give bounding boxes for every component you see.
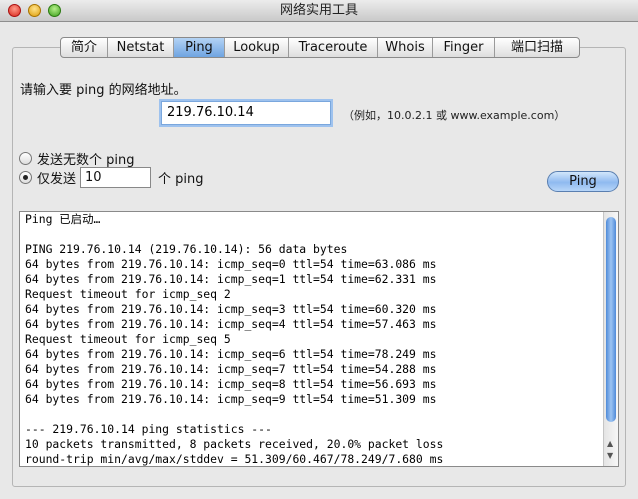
radio-limited-prefix: 仅发送 (37, 172, 77, 187)
output-line: 64 bytes from 219.76.10.14: icmp_seq=3 t… (25, 302, 437, 316)
output-line: --- 219.76.10.14 ping statistics --- (25, 422, 272, 436)
tab-finger[interactable]: Finger (433, 38, 495, 57)
output-line: Ping 已启动… (25, 212, 101, 226)
output-text: Ping 已启动… PING 219.76.10.14 (219.76.10.1… (25, 212, 603, 466)
radio-limited-suffix: 个 ping (158, 172, 204, 187)
output-line: 64 bytes from 219.76.10.14: icmp_seq=8 t… (25, 377, 437, 391)
scroll-down-arrow-icon[interactable]: ▼ (607, 452, 613, 460)
output-line: PING 219.76.10.14 (219.76.10.14): 56 dat… (25, 242, 348, 256)
output-line: 64 bytes from 219.76.10.14: icmp_seq=6 t… (25, 347, 437, 361)
output-line: 64 bytes from 219.76.10.14: icmp_seq=4 t… (25, 317, 437, 331)
output-line: 64 bytes from 219.76.10.14: icmp_seq=1 t… (25, 272, 437, 286)
window-title: 网络实用工具 (279, 3, 358, 18)
tab-whois[interactable]: Whois (378, 38, 433, 57)
radio-unlimited-row[interactable]: 发送无数个 ping (19, 149, 135, 168)
address-prompt: 请输入要 ping 的网络地址。 (20, 83, 187, 98)
radio-unlimited[interactable] (19, 152, 32, 165)
output-line: 64 bytes from 219.76.10.14: icmp_seq=0 t… (25, 257, 437, 271)
output-line: round-trip min/avg/max/stddev = 51.309/6… (25, 452, 444, 466)
output-line: Request timeout for icmp_seq 2 (25, 287, 231, 301)
output-line: Request timeout for icmp_seq 5 (25, 332, 231, 346)
scrollbar-thumb[interactable] (606, 217, 616, 422)
tab-ping[interactable]: Ping (174, 38, 225, 57)
scroll-up-arrow-icon[interactable]: ▲ (607, 440, 613, 448)
tab-info[interactable]: 简介 (61, 38, 108, 57)
address-input[interactable]: 219.76.10.14 (161, 101, 331, 125)
radio-limited[interactable] (19, 171, 32, 184)
radio-unlimited-label: 发送无数个 ping (37, 153, 135, 168)
output-line: 64 bytes from 219.76.10.14: icmp_seq=7 t… (25, 362, 437, 376)
tab-port-scan[interactable]: 端口扫描 (495, 38, 579, 57)
vertical-scrollbar[interactable]: ▲ ▼ (603, 212, 618, 466)
radio-limited-row[interactable]: 仅发送 10 个 ping (19, 167, 204, 188)
tab-netstat[interactable]: Netstat (108, 38, 174, 57)
title-bar: 网络实用工具 (0, 0, 638, 22)
address-hint: （例如，10.0.2.1 或 www.example.com） (343, 109, 566, 122)
output-area[interactable]: Ping 已启动… PING 219.76.10.14 (219.76.10.1… (19, 211, 619, 467)
output-line: 64 bytes from 219.76.10.14: icmp_seq=9 t… (25, 392, 437, 406)
tab-bar: 简介 Netstat Ping Lookup Traceroute Whois … (60, 37, 580, 58)
tab-lookup[interactable]: Lookup (225, 38, 289, 57)
tab-traceroute[interactable]: Traceroute (289, 38, 378, 57)
ping-button[interactable]: Ping (547, 171, 619, 192)
output-line: 10 packets transmitted, 8 packets receiv… (25, 437, 444, 451)
ping-count-input[interactable]: 10 (80, 167, 152, 188)
